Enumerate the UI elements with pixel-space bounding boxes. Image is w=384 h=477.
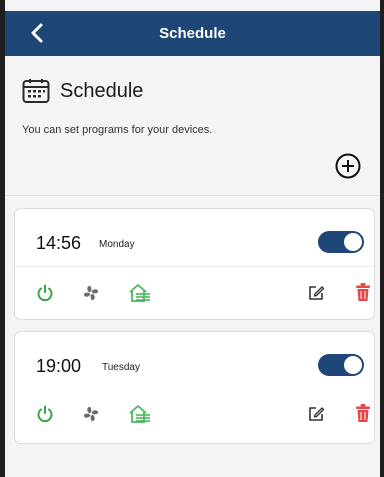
schedule-day: Monday <box>99 239 135 250</box>
schedule-heading: Schedule <box>60 79 144 102</box>
calendar-icon <box>22 79 50 103</box>
trash-icon[interactable] <box>355 282 371 302</box>
schedule-card: 14:56 Monday <box>14 208 375 320</box>
house-heat-icon[interactable] <box>128 403 152 425</box>
schedule-card-header: 14:56 Monday <box>15 209 374 267</box>
header-title-row: Schedule <box>22 78 143 104</box>
schedule-day: Tuesday <box>102 362 140 373</box>
schedule-enabled-toggle[interactable] <box>318 231 364 253</box>
fan-icon[interactable] <box>81 404 101 424</box>
schedule-card: 19:00 Tuesday <box>14 331 375 444</box>
schedule-time: 14:56 <box>36 233 82 253</box>
add-schedule-button[interactable] <box>334 152 362 180</box>
fan-icon[interactable] <box>81 283 101 303</box>
toggle-knob <box>344 356 362 374</box>
page-title: Schedule <box>159 25 226 42</box>
schedule-header: Schedule You can set programs for your d… <box>5 56 380 196</box>
app-screen: Schedule Schedule You can set programs f… <box>0 0 384 477</box>
trash-icon[interactable] <box>355 403 371 423</box>
navigation-bar: Schedule <box>5 11 380 56</box>
toggle-knob <box>344 233 362 251</box>
power-icon[interactable] <box>36 284 54 302</box>
schedule-time: 19:00 <box>36 356 82 376</box>
schedule-card-header: 19:00 Tuesday <box>15 332 374 390</box>
screen-edge-right <box>380 0 384 477</box>
chevron-left-icon <box>31 23 43 43</box>
schedule-description: You can set programs for your devices. <box>22 124 213 136</box>
edit-icon[interactable] <box>307 405 325 423</box>
house-heat-icon[interactable] <box>128 282 152 304</box>
edit-icon[interactable] <box>307 284 325 302</box>
back-button[interactable] <box>23 19 51 47</box>
power-icon[interactable] <box>36 405 54 423</box>
schedule-enabled-toggle[interactable] <box>318 354 364 376</box>
